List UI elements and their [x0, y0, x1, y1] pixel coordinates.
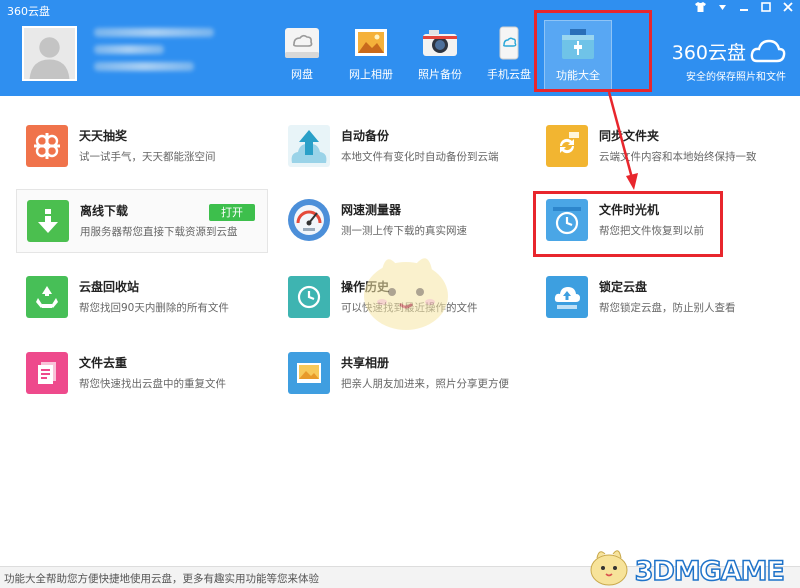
- watermark-text: 3DMGAME: [634, 555, 786, 588]
- feature-title: 天天抽奖: [79, 129, 128, 143]
- highlight-box-nav: [534, 10, 652, 92]
- camera-icon: [423, 30, 457, 56]
- nav-item-phone-cloud[interactable]: 手机云盘: [475, 20, 543, 90]
- duplicate-file-icon: [26, 352, 68, 394]
- nav-item-label: 照片备份: [418, 68, 462, 81]
- feature-desc: 帮您锁定云盘，防止别人查看: [599, 302, 736, 314]
- feature-offline-download[interactable]: 离线下载 用服务器帮您直接下载资源到云盘 打开: [16, 189, 268, 253]
- feature-title: 锁定云盘: [599, 280, 648, 294]
- feature-desc: 试一试手气，天天都能涨空间: [79, 151, 216, 163]
- cloud-logo-icon: [750, 39, 786, 62]
- nav-item-cloud-drive[interactable]: 网盘: [268, 20, 336, 90]
- feature-desc: 用服务器帮您直接下载资源到云盘: [80, 226, 238, 238]
- feature-desc: 测一测上传下载的真实网速: [341, 225, 467, 237]
- window-controls: [694, 2, 794, 15]
- status-text: 功能大全帮助您方便快捷地使用云盘，更多有趣实用功能等您来体验: [4, 573, 319, 585]
- history-icon: [288, 276, 330, 318]
- speedometer-icon: [288, 199, 330, 241]
- minimize-icon[interactable]: [738, 2, 750, 15]
- feature-desc: 帮您快速找出云盘中的重复文件: [79, 378, 226, 390]
- maximize-icon[interactable]: [760, 2, 772, 15]
- upload-cloud-icon: [288, 125, 330, 167]
- close-icon[interactable]: [782, 2, 794, 15]
- feature-desc: 把亲人朋友加进来，照片分享更方便: [341, 378, 509, 390]
- feature-title: 同步文件夹: [599, 129, 660, 143]
- user-info-blurred: [94, 28, 214, 79]
- feature-recycle-bin[interactable]: 云盘回收站 帮您找回90天内删除的所有文件: [16, 266, 264, 330]
- brand: 360云盘 安全的保存照片和文件: [672, 38, 786, 83]
- feature-auto-backup[interactable]: 自动备份 本地文件有变化时自动备份到云端: [278, 115, 526, 179]
- photo-album-icon: [355, 29, 387, 56]
- feature-title: 离线下载: [80, 204, 129, 218]
- nav-item-label: 手机云盘: [487, 68, 531, 81]
- sync-folder-icon: [546, 125, 588, 167]
- app-title: 360云盘: [7, 5, 50, 18]
- feature-lottery[interactable]: 天天抽奖 试一试手气，天天都能涨空间: [16, 115, 264, 179]
- feature-sync-folder[interactable]: 同步文件夹 云端文件内容和本地始终保持一致: [536, 115, 784, 179]
- feature-lock-cloud[interactable]: 锁定云盘 帮您锁定云盘，防止别人查看: [536, 266, 784, 330]
- avatar[interactable]: [22, 26, 77, 81]
- feature-desc: 帮您找回90天内删除的所有文件: [79, 302, 229, 314]
- gift-icon: [26, 125, 68, 167]
- feature-title: 共享相册: [341, 356, 390, 370]
- feature-desc: 本地文件有变化时自动备份到云端: [341, 151, 499, 163]
- mascot-logo-icon: [590, 550, 628, 586]
- feature-shared-album[interactable]: 共享相册 把亲人朋友加进来，照片分享更方便: [278, 342, 526, 406]
- nav-item-label: 网上相册: [349, 68, 393, 81]
- nav-item-photo-album[interactable]: 网上相册: [337, 20, 405, 90]
- watermark: 3DMGAME: [587, 544, 786, 588]
- feature-title: 云盘回收站: [79, 280, 140, 294]
- download-icon: [27, 200, 69, 242]
- feature-title: 网速测量器: [341, 203, 402, 217]
- feature-desc: 云端文件内容和本地始终保持一致: [599, 151, 757, 163]
- mascot-watermark-icon: [364, 258, 448, 330]
- lock-cloud-icon: [546, 276, 588, 318]
- highlight-box-feature: [533, 191, 723, 257]
- feature-dedup[interactable]: 文件去重 帮您快速找出云盘中的重复文件: [16, 342, 264, 406]
- phone-cloud-icon: [499, 26, 519, 60]
- shirt-icon[interactable]: [694, 2, 706, 15]
- shared-album-icon: [288, 352, 330, 394]
- caret-icon[interactable]: [716, 2, 728, 15]
- cloud-drive-icon: [285, 28, 319, 58]
- brand-name: 360云盘: [671, 42, 746, 64]
- nav-item-label: 网盘: [291, 68, 313, 81]
- recycle-icon: [26, 276, 68, 318]
- open-button[interactable]: 打开: [209, 204, 255, 221]
- nav-item-photo-backup[interactable]: 照片备份: [406, 20, 474, 90]
- header-bar: 360云盘 网盘 网上相册 照片备份 手机云盘 功能大全 360云盘 安全的保存…: [0, 0, 800, 96]
- feature-title: 自动备份: [341, 129, 390, 143]
- brand-slogan: 安全的保存照片和文件: [686, 72, 786, 83]
- feature-title: 文件去重: [79, 356, 128, 370]
